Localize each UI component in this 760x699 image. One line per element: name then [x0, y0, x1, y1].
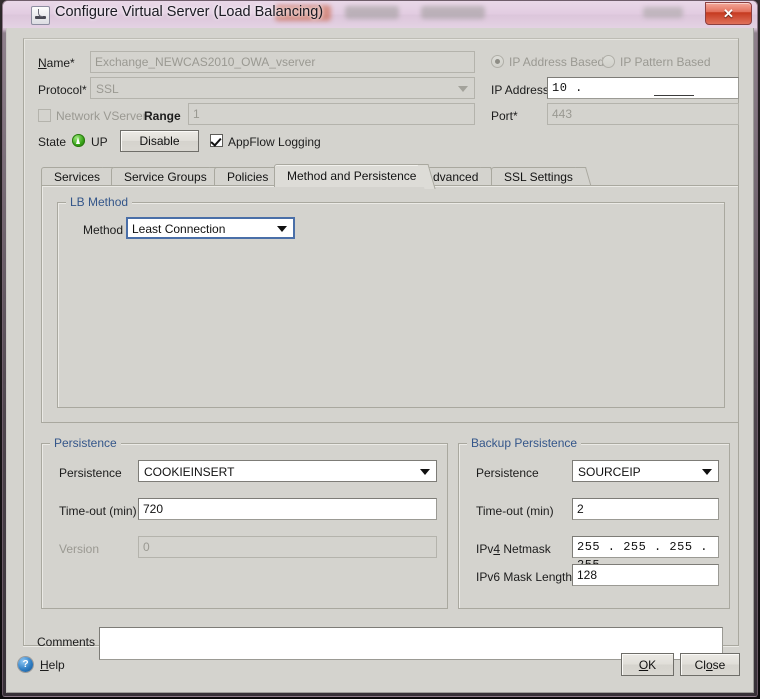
- persistence-timeout-input[interactable]: 720: [138, 498, 437, 520]
- method-label: Method: [83, 223, 124, 237]
- method-and-persistence-panel: LB Method Method Least Connection: [41, 185, 739, 423]
- ip-pattern-based-label: IP Pattern Based: [620, 55, 711, 69]
- disable-button[interactable]: Disable: [120, 130, 199, 152]
- lb-method-group: LB Method Method Least Connection: [57, 195, 725, 408]
- persistence-version-label: Version: [59, 542, 100, 556]
- ip-address-cursor-underline: [654, 95, 694, 96]
- tab-method-and-persistence[interactable]: Method and Persistence: [274, 164, 428, 187]
- dialog-window: Configure Virtual Server (Load Balancing…: [0, 0, 760, 699]
- redacted-title-region: [643, 7, 683, 18]
- network-vserver-checkbox[interactable]: [38, 109, 51, 122]
- tab-label: SSL Settings: [504, 170, 573, 184]
- persistence-group: Persistence Persistence COOKIEINSERT Tim…: [41, 436, 448, 609]
- ipv4-netmask-input[interactable]: 255 . 255 . 255 . 255: [572, 536, 719, 572]
- name-input[interactable]: Exchange_NEWCAS2010_OWA_vserver: [90, 51, 475, 73]
- chevron-down-icon: [277, 226, 287, 232]
- protocol-label: Protocol*: [38, 83, 87, 97]
- ip-address-based-radio[interactable]: [491, 55, 504, 68]
- tab-services[interactable]: Services: [41, 167, 112, 186]
- network-vserver-label: Network VServer: [56, 109, 147, 123]
- question-mark-blue-icon: ?: [18, 657, 33, 672]
- tab-label: Method and Persistence: [287, 169, 417, 183]
- close-button[interactable]: Close: [680, 653, 740, 676]
- ok-button[interactable]: OK: [621, 653, 674, 676]
- appflow-logging-label: AppFlow Logging: [228, 135, 321, 149]
- port-input[interactable]: 443: [547, 103, 739, 125]
- tab-strip: Services Service Groups Policies Method …: [41, 164, 739, 187]
- tab-ssl-settings[interactable]: SSL Settings: [491, 167, 584, 186]
- lb-method-group-title: LB Method: [66, 195, 133, 209]
- persistence-timeout-label: Time-out (min): [59, 504, 137, 518]
- ip-address-redaction: [589, 80, 732, 95]
- ip-address-label: IP Address*: [491, 83, 554, 97]
- tab-label: Service Groups: [124, 170, 207, 184]
- ipv6-mask-length-label: IPv6 Mask Length: [476, 570, 573, 584]
- state-label: State: [38, 135, 67, 149]
- window-close-button[interactable]: ✕: [705, 2, 752, 25]
- tab-policies[interactable]: Policies: [214, 167, 280, 186]
- tab-service-groups[interactable]: Service Groups: [111, 167, 218, 186]
- method-select[interactable]: Least Connection: [126, 217, 295, 239]
- state-value: UP: [91, 135, 108, 149]
- chevron-down-icon: [458, 86, 468, 92]
- chevron-down-icon: [420, 469, 430, 475]
- backup-persistence-group: Backup Persistence Persistence SOURCEIP …: [458, 436, 730, 609]
- chevron-down-icon: [702, 469, 712, 475]
- tab-label: Policies: [227, 170, 269, 184]
- persistence-select[interactable]: COOKIEINSERT: [138, 460, 437, 482]
- backup-persistence-value: SOURCEIP: [578, 465, 641, 479]
- backup-persistence-label: Persistence: [476, 466, 539, 480]
- backup-timeout-label: Time-out (min): [476, 504, 554, 518]
- backup-persistence-select[interactable]: SOURCEIP: [572, 460, 719, 482]
- title-bar: Configure Virtual Server (Load Balancing…: [3, 1, 757, 28]
- protocol-value: SSL: [96, 82, 119, 96]
- arrow-up-green-icon: [72, 134, 85, 147]
- ipv6-mask-length-input[interactable]: 128: [572, 564, 719, 586]
- range-input[interactable]: 1: [188, 103, 475, 125]
- persistence-label: Persistence: [59, 466, 122, 480]
- tab-label: Services: [54, 170, 101, 184]
- close-button-label: Close: [694, 657, 726, 672]
- persistence-version-input[interactable]: 0: [138, 536, 437, 558]
- ip-address-based-label: IP Address Based: [509, 55, 605, 69]
- help-link[interactable]: Help: [40, 658, 65, 672]
- backup-persistence-group-title: Backup Persistence: [467, 436, 582, 450]
- main-content-panel: Name* Exchange_NEWCAS2010_OWA_vserver IP…: [23, 38, 739, 660]
- range-label: Range: [144, 109, 181, 123]
- ip-pattern-based-radio[interactable]: [602, 55, 615, 68]
- name-label: Name*: [38, 56, 75, 70]
- close-icon: ✕: [723, 5, 734, 21]
- port-label: Port*: [491, 109, 518, 123]
- persistence-group-title: Persistence: [50, 436, 121, 450]
- ipv4-netmask-label: IPv4 Netmask: [476, 542, 551, 556]
- dialog-body: Name* Exchange_NEWCAS2010_OWA_vserver IP…: [6, 28, 754, 693]
- window-title: Configure Virtual Server (Load Balancing…: [55, 4, 324, 20]
- comments-label: Comments: [37, 635, 96, 649]
- redacted-title-region: [421, 6, 485, 19]
- java-coffee-icon: [31, 6, 50, 25]
- backup-timeout-input[interactable]: 2: [572, 498, 719, 520]
- persistence-value: COOKIEINSERT: [144, 465, 235, 479]
- method-value: Least Connection: [132, 222, 226, 236]
- protocol-select[interactable]: SSL: [90, 77, 475, 99]
- ok-button-label: OK: [638, 657, 657, 672]
- appflow-logging-checkbox[interactable]: [210, 134, 223, 147]
- redacted-title-region: [345, 6, 399, 19]
